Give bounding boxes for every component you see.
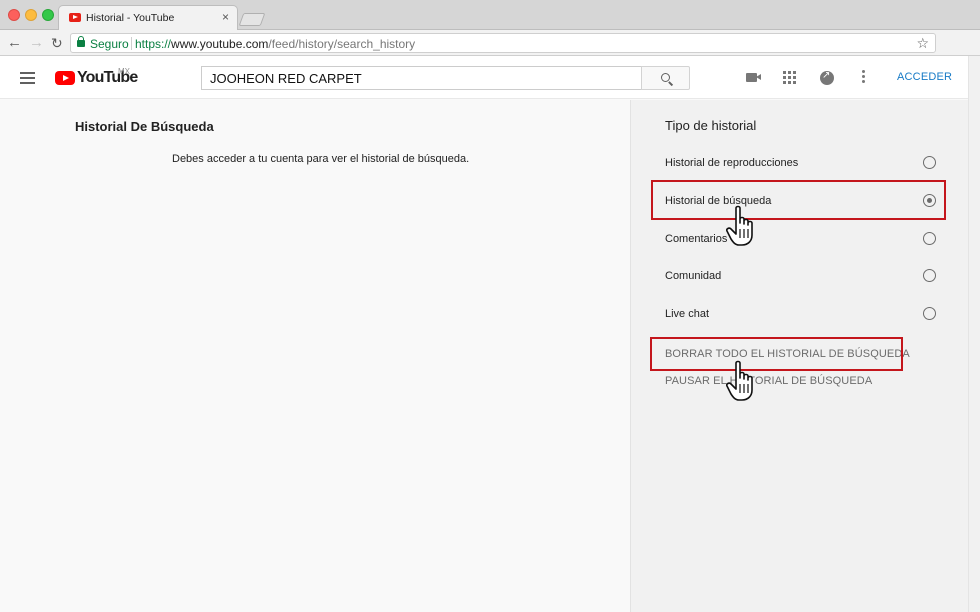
share-icon[interactable] xyxy=(820,70,834,85)
radio-button[interactable] xyxy=(923,232,936,245)
back-arrow-icon[interactable]: ← xyxy=(7,34,22,52)
radio-button[interactable] xyxy=(923,156,936,169)
url-scheme: https:// xyxy=(135,37,172,51)
url-path: /feed/history/search_history xyxy=(268,37,416,51)
page-title: Historial De Búsqueda xyxy=(75,119,214,134)
url-host: www.youtube.com xyxy=(171,37,269,51)
youtube-header: YouTube MX ACCEDER xyxy=(0,56,968,99)
youtube-play-icon xyxy=(55,71,75,85)
main-content: Historial De Búsqueda Debes acceder a tu… xyxy=(0,100,630,612)
option-comments[interactable]: Comentarios xyxy=(631,228,969,252)
page-scrollbar[interactable] xyxy=(968,56,980,612)
lock-icon xyxy=(77,36,85,47)
history-type-title: Tipo de historial xyxy=(665,118,757,133)
tab-close-icon[interactable]: × xyxy=(222,10,229,24)
highlight-box-search-history xyxy=(651,180,946,220)
radio-button[interactable] xyxy=(923,269,936,282)
url-text[interactable]: https://www.youtube.com/feed/history/sea… xyxy=(135,37,415,51)
highlight-box-clear-history xyxy=(650,337,903,371)
option-label: Live chat xyxy=(665,308,710,320)
signin-message: Debes acceder a tu cuenta para ver el hi… xyxy=(172,153,470,165)
reload-icon[interactable]: ↻ xyxy=(51,34,63,52)
star-icon[interactable]: ☆ xyxy=(916,35,929,52)
minimize-window-button[interactable] xyxy=(25,9,37,21)
browser-toolbar: ← → ↻ Seguro https://www.youtube.com/fee… xyxy=(0,30,980,79)
url-divider xyxy=(131,37,132,50)
option-label: Comentarios xyxy=(665,233,728,245)
close-window-button[interactable] xyxy=(8,9,20,21)
hand-pointer-icon xyxy=(726,360,753,401)
address-bar[interactable]: Seguro https://www.youtube.com/feed/hist… xyxy=(70,33,936,53)
search-box xyxy=(201,66,642,90)
forward-arrow-icon[interactable]: → xyxy=(29,34,44,52)
tab-historial[interactable]: Historial - YouTube × xyxy=(58,5,238,30)
browser-tab-bar: Historial - YouTube × xyxy=(0,0,980,30)
upload-video-icon[interactable] xyxy=(746,73,761,82)
option-label: Historial de reproducciones xyxy=(665,157,799,169)
more-vert-icon[interactable] xyxy=(862,70,865,85)
tab-title: Historial - YouTube xyxy=(86,12,175,24)
option-live-chat[interactable]: Live chat xyxy=(631,303,969,327)
zoom-window-button[interactable] xyxy=(42,9,54,21)
option-community[interactable]: Comunidad xyxy=(631,265,969,289)
hamburger-icon[interactable] xyxy=(20,72,35,84)
new-tab-button[interactable] xyxy=(238,13,266,26)
youtube-favicon-icon xyxy=(69,13,81,22)
hand-pointer-icon xyxy=(726,205,753,246)
option-watch-history[interactable]: Historial de reproducciones xyxy=(631,152,969,176)
option-label: Comunidad xyxy=(665,270,722,282)
search-icon xyxy=(661,73,670,82)
search-button[interactable] xyxy=(641,66,690,90)
apps-grid-icon[interactable] xyxy=(783,71,796,84)
country-code: MX xyxy=(118,67,130,76)
radio-button[interactable] xyxy=(923,307,936,320)
secure-label: Seguro xyxy=(90,37,129,51)
search-input[interactable] xyxy=(202,67,642,89)
signin-button[interactable]: ACCEDER xyxy=(891,69,958,87)
pause-search-history-button[interactable]: PAUSAR EL HISTORIAL DE BÚSQUEDA xyxy=(665,375,872,387)
